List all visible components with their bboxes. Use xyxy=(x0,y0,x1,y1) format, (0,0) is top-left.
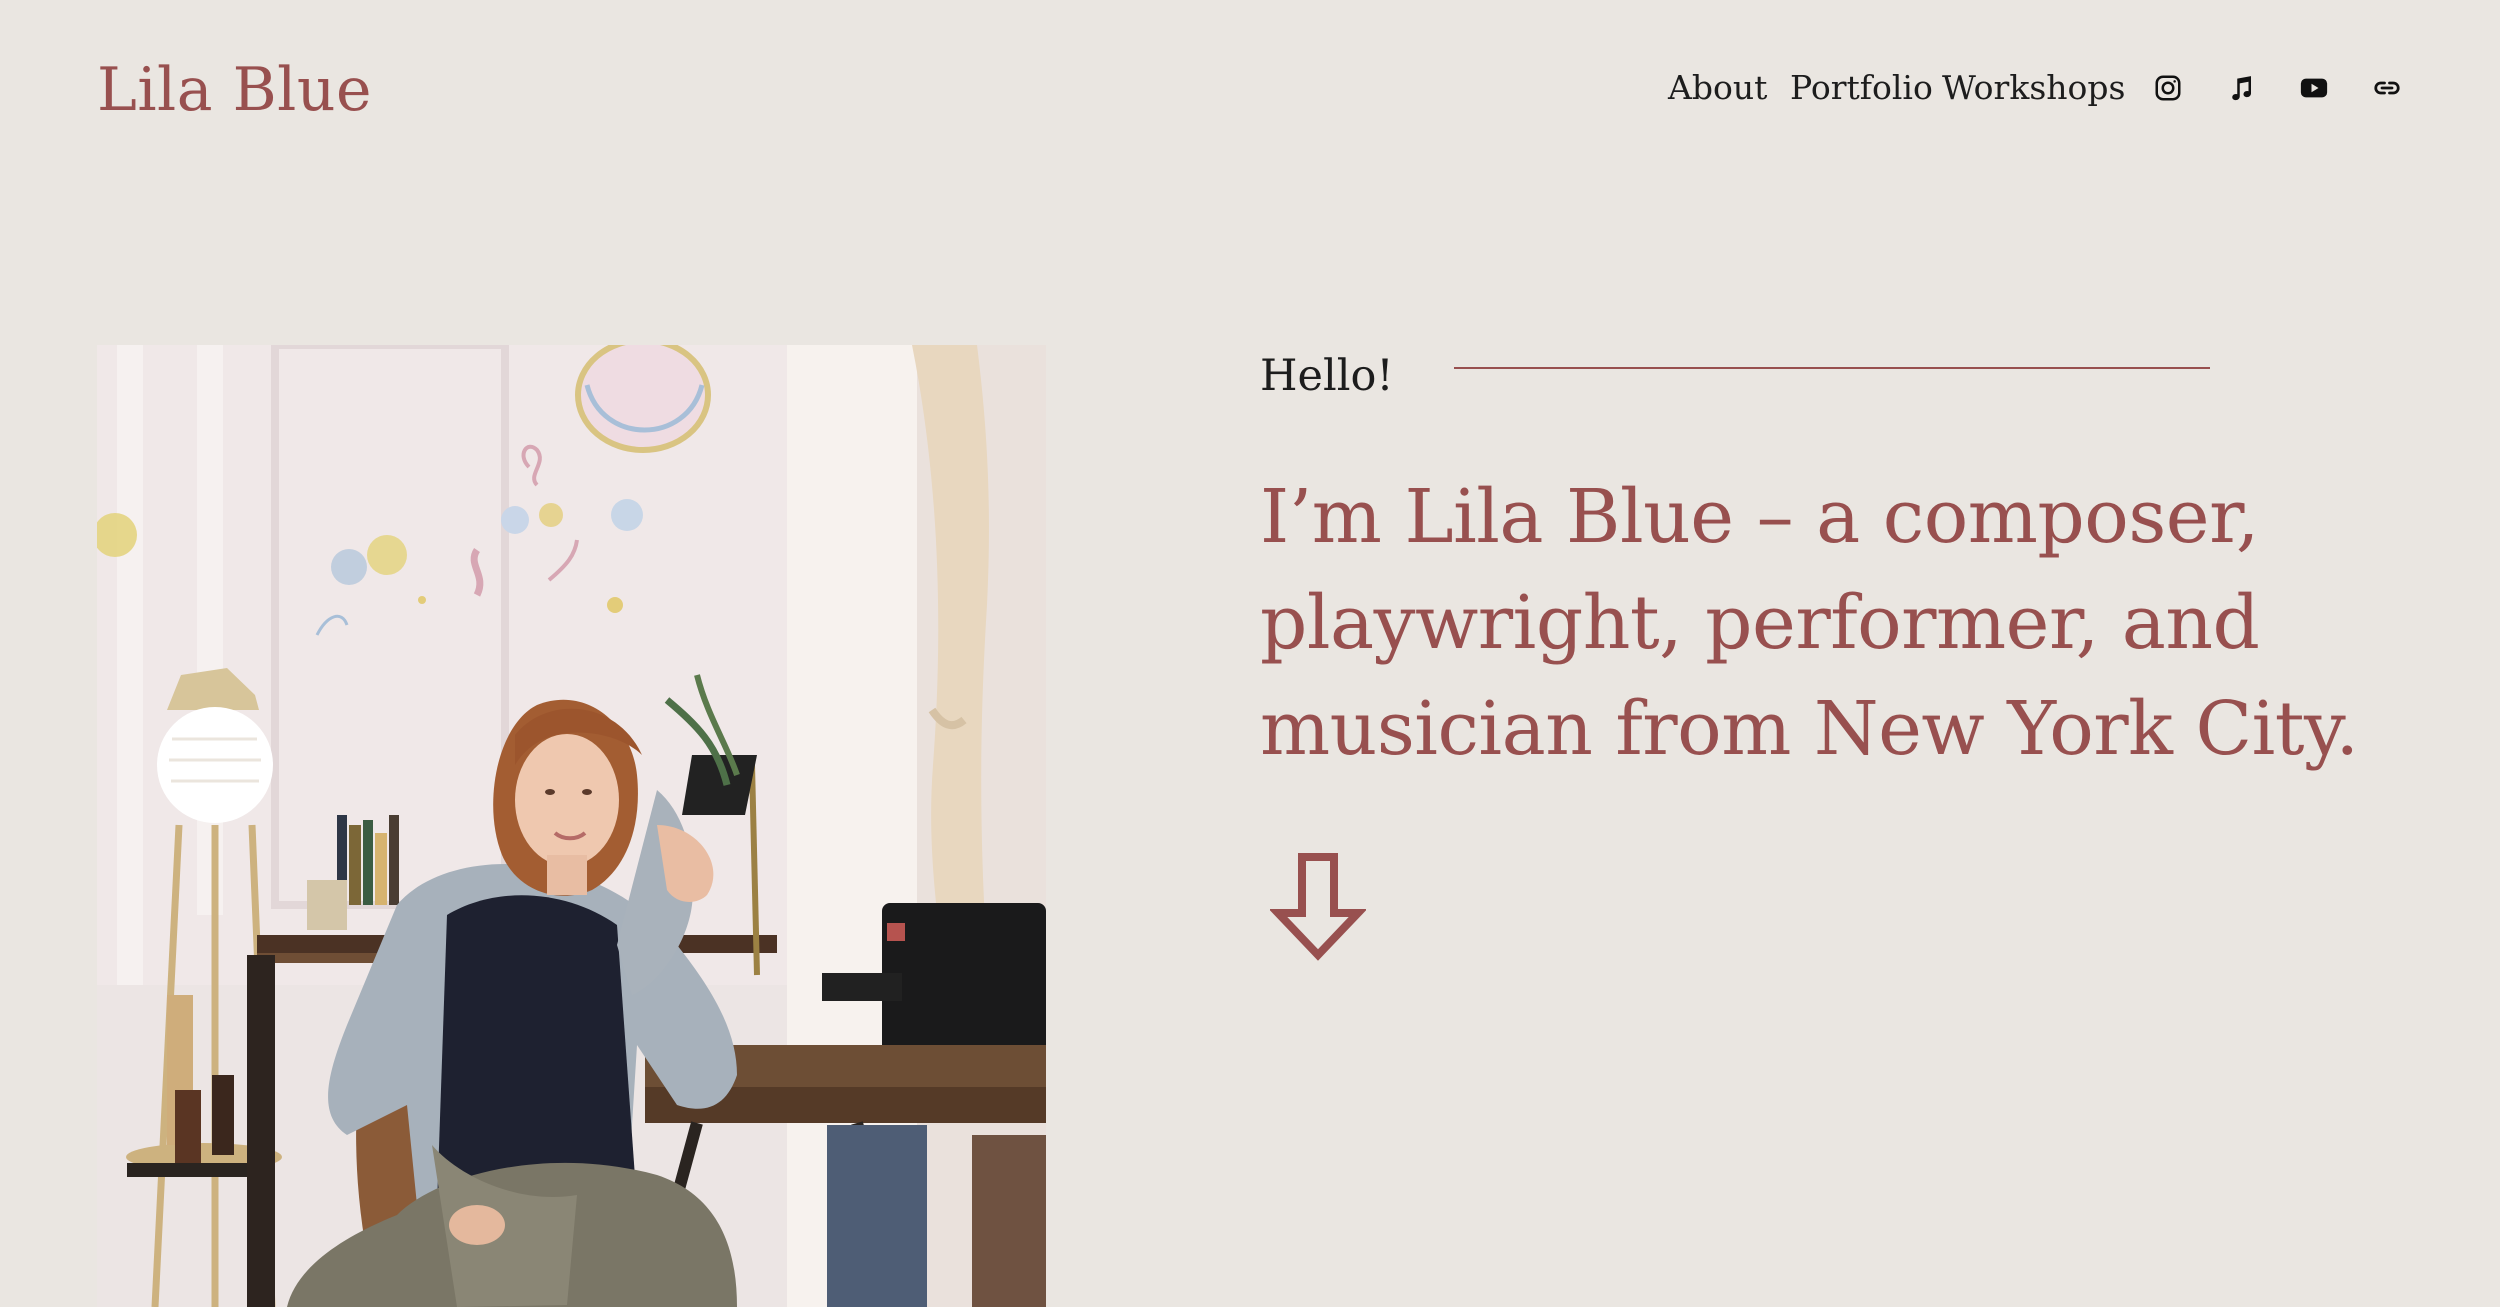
hello-text: Hello! xyxy=(1260,351,1394,401)
instagram-icon[interactable] xyxy=(2153,73,2183,103)
hero-headline: I’m Lila Blue – a composer, playwright, … xyxy=(1260,474,2359,772)
hello-divider xyxy=(1454,367,2210,369)
nav-link-portfolio[interactable]: Portfolio xyxy=(1790,62,1933,114)
nav-link-about[interactable]: About xyxy=(1668,62,1767,114)
link-icon[interactable] xyxy=(2372,73,2402,103)
youtube-icon[interactable] xyxy=(2299,73,2329,103)
arrow-down-icon[interactable] xyxy=(1270,853,1366,961)
nav-link-workshops[interactable]: Workshops xyxy=(1942,62,2125,114)
hero-photo xyxy=(97,345,1046,1307)
main-nav: About Portfolio Workshops xyxy=(0,62,2500,114)
music-note-icon[interactable] xyxy=(2226,73,2256,103)
